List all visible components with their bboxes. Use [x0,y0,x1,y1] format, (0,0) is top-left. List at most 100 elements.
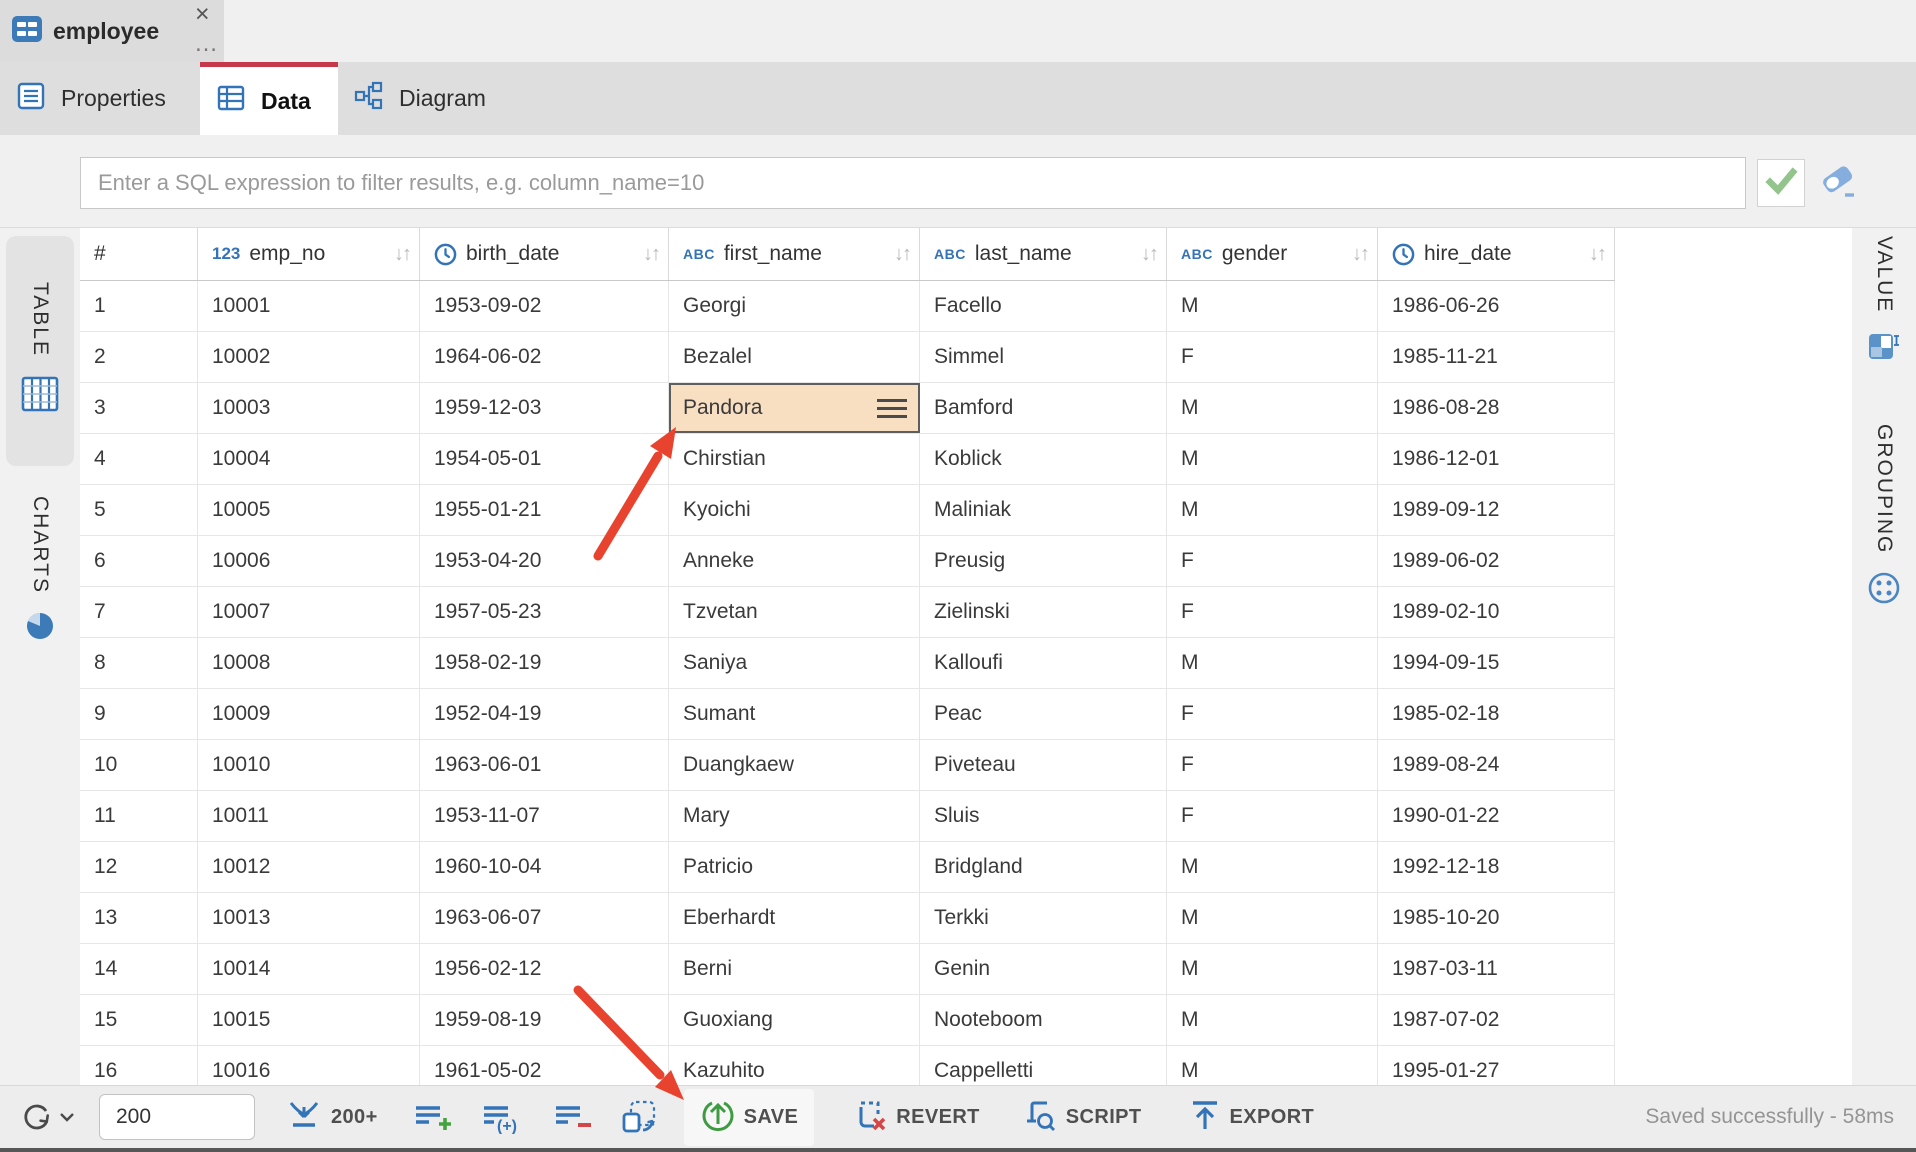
cell[interactable]: Sumant [669,689,920,739]
row-number-cell[interactable]: 8 [80,638,198,688]
cell[interactable]: M [1167,638,1378,688]
cell[interactable]: F [1167,332,1378,382]
cell[interactable]: 1985-11-21 [1378,332,1615,382]
cell[interactable]: Genin [920,944,1167,994]
refresh-row-button[interactable] [620,1099,658,1135]
cell[interactable]: 1987-07-02 [1378,995,1615,1045]
row-number-cell[interactable]: 2 [80,332,198,382]
cell[interactable]: 1989-09-12 [1378,485,1615,535]
refresh-button[interactable] [20,1100,54,1134]
cell[interactable]: Saniya [669,638,920,688]
row-number-cell[interactable]: 11 [80,791,198,841]
script-button[interactable]: SCRIPT [1022,1097,1142,1138]
tab-properties[interactable]: Properties [0,62,200,135]
cell[interactable]: 1957-05-23 [420,587,669,637]
cell[interactable]: 10009 [198,689,420,739]
rail-tab-value[interactable]: VALUE [1852,236,1916,368]
cell[interactable]: Terkki [920,893,1167,943]
cell[interactable]: 1955-01-21 [420,485,669,535]
row-number-cell[interactable]: 9 [80,689,198,739]
cell[interactable]: Koblick [920,434,1167,484]
cell[interactable]: Bridgland [920,842,1167,892]
cell[interactable]: Duangkaew [669,740,920,790]
sort-icon[interactable]: ↓↑ [643,243,659,266]
cell[interactable]: 10007 [198,587,420,637]
cell[interactable]: 1985-10-20 [1378,893,1615,943]
cell-edit-menu-icon[interactable] [877,407,907,410]
cell[interactable]: Zielinski [920,587,1167,637]
cell[interactable]: 1986-06-26 [1378,281,1615,331]
cell[interactable]: Preusig [920,536,1167,586]
cell[interactable]: F [1167,587,1378,637]
sort-icon[interactable]: ↓↑ [394,243,410,266]
row-number-cell[interactable]: 6 [80,536,198,586]
close-icon[interactable]: × [195,1,210,27]
cell[interactable]: F [1167,740,1378,790]
cell[interactable]: 1985-02-18 [1378,689,1615,739]
tab-diagram[interactable]: Diagram [338,62,564,135]
cell[interactable]: 10012 [198,842,420,892]
cell[interactable]: Georgi [669,281,920,331]
clear-filter-button[interactable] [1817,162,1861,206]
cell[interactable]: 1959-08-19 [420,995,669,1045]
row-number-cell[interactable]: 15 [80,995,198,1045]
row-number-cell[interactable]: 14 [80,944,198,994]
cell[interactable]: Patricio [669,842,920,892]
cell[interactable]: 1989-02-10 [1378,587,1615,637]
sort-icon[interactable]: ↓↑ [894,243,910,266]
cell[interactable]: 1956-02-12 [420,944,669,994]
row-number-cell[interactable]: 3 [80,383,198,433]
editor-tab-employee[interactable]: employee × … [0,0,224,62]
fetch-size-input[interactable] [99,1094,255,1140]
cell[interactable]: 1959-12-03 [420,383,669,433]
cell[interactable]: 10015 [198,995,420,1045]
cell[interactable]: 10003 [198,383,420,433]
column-header-emp_no[interactable]: 123emp_no↓↑ [198,228,420,280]
cell[interactable]: F [1167,791,1378,841]
cell[interactable]: Piveteau [920,740,1167,790]
sort-icon[interactable]: ↓↑ [1141,243,1157,266]
cell[interactable]: Eberhardt [669,893,920,943]
row-number-cell[interactable]: 5 [80,485,198,535]
sort-icon[interactable]: ↓↑ [1352,243,1368,266]
rail-tab-grouping[interactable]: GROUPING [1852,424,1916,611]
cell[interactable]: 1953-04-20 [420,536,669,586]
row-number-cell[interactable]: 1 [80,281,198,331]
cell[interactable]: 1963-06-07 [420,893,669,943]
cell[interactable]: Facello [920,281,1167,331]
cell[interactable]: M [1167,434,1378,484]
revert-button[interactable]: REVERT [852,1097,980,1138]
delete-row-button[interactable] [552,1100,594,1134]
cell[interactable]: F [1167,689,1378,739]
cell[interactable]: 10005 [198,485,420,535]
cell[interactable]: 1986-12-01 [1378,434,1615,484]
cell[interactable]: M [1167,383,1378,433]
fetch-next-page-button[interactable]: 200+ [285,1098,378,1137]
sort-icon[interactable]: ↓↑ [1589,243,1605,266]
cell[interactable]: 1953-11-07 [420,791,669,841]
rail-tab-table[interactable]: TABLE [6,236,74,466]
cell[interactable]: 10011 [198,791,420,841]
cell[interactable]: Nooteboom [920,995,1167,1045]
cell[interactable]: 1960-10-04 [420,842,669,892]
cell[interactable]: 10010 [198,740,420,790]
cell[interactable]: Berni [669,944,920,994]
cell[interactable]: 1963-06-01 [420,740,669,790]
cell[interactable]: 10002 [198,332,420,382]
cell[interactable]: M [1167,842,1378,892]
cell[interactable]: 1953-09-02 [420,281,669,331]
cell[interactable]: M [1167,281,1378,331]
rail-tab-charts[interactable]: CHARTS [0,496,80,647]
apply-filter-button[interactable] [1757,159,1805,207]
cell[interactable]: Chirstian [669,434,920,484]
cell[interactable]: 1994-09-15 [1378,638,1615,688]
column-header-last_name[interactable]: ABClast_name↓↑ [920,228,1167,280]
cell[interactable]: 1952-04-19 [420,689,669,739]
cell[interactable]: 10006 [198,536,420,586]
cell[interactable]: M [1167,995,1378,1045]
cell[interactable]: Maliniak [920,485,1167,535]
cell[interactable]: Peac [920,689,1167,739]
cell[interactable]: 10008 [198,638,420,688]
cell[interactable]: Bamford [920,383,1167,433]
cell[interactable]: Simmel [920,332,1167,382]
